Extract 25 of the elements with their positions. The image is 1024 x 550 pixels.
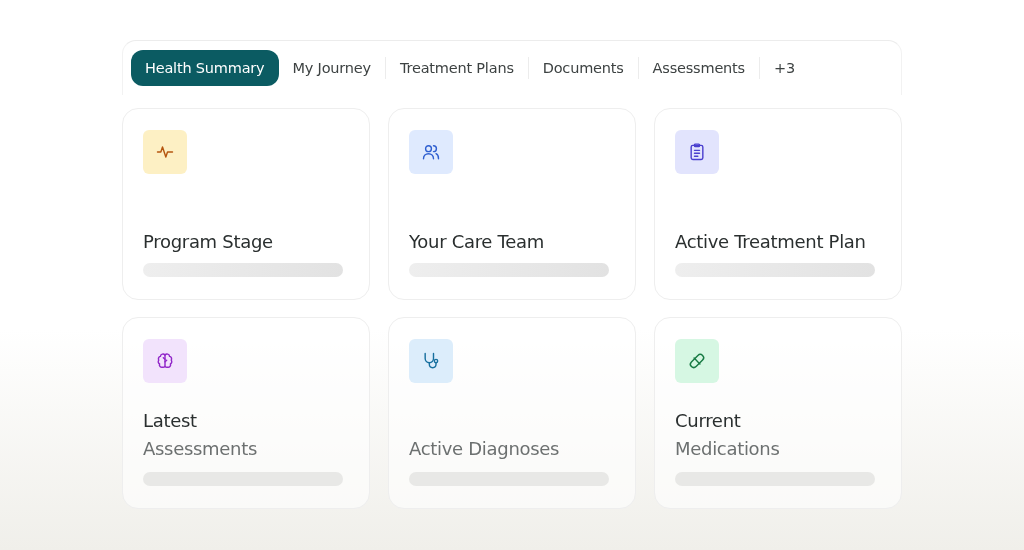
card-title: Latest: [143, 409, 198, 433]
stethoscope-icon: [421, 351, 441, 371]
card-title: Program Stage: [143, 230, 274, 254]
tab[interactable]: Treatment Plans: [385, 50, 528, 86]
card-subtitle: Assessments: [143, 437, 259, 461]
people-icon: [421, 142, 441, 162]
tab[interactable]: My Journey: [278, 50, 385, 86]
clipboard-icon: [687, 142, 707, 162]
brain-icon: [155, 351, 175, 371]
tab[interactable]: Assessments: [638, 50, 759, 86]
summary-card[interactable]: Latest Assessments: [122, 317, 370, 509]
summary-card[interactable]: Program Stage: [122, 108, 370, 300]
tab[interactable]: Documents: [528, 50, 638, 86]
summary-card[interactable]: Active Diagnoses: [388, 317, 636, 509]
summary-card[interactable]: Active Treatment Plan: [654, 108, 902, 300]
card-title: Current: [675, 409, 742, 433]
summary-card[interactable]: Your Care Team: [388, 108, 636, 300]
card-subtitle: Medications: [675, 437, 781, 461]
card-title: Active Treatment Plan: [675, 230, 867, 254]
card-title: Your Care Team: [409, 230, 545, 254]
tab[interactable]: Health Summary: [131, 50, 279, 86]
tab[interactable]: +3: [759, 50, 809, 86]
pill-icon: [687, 351, 707, 371]
card-subtitle: Active Diagnoses: [409, 437, 561, 461]
summary-card[interactable]: Current Medications: [654, 317, 902, 509]
